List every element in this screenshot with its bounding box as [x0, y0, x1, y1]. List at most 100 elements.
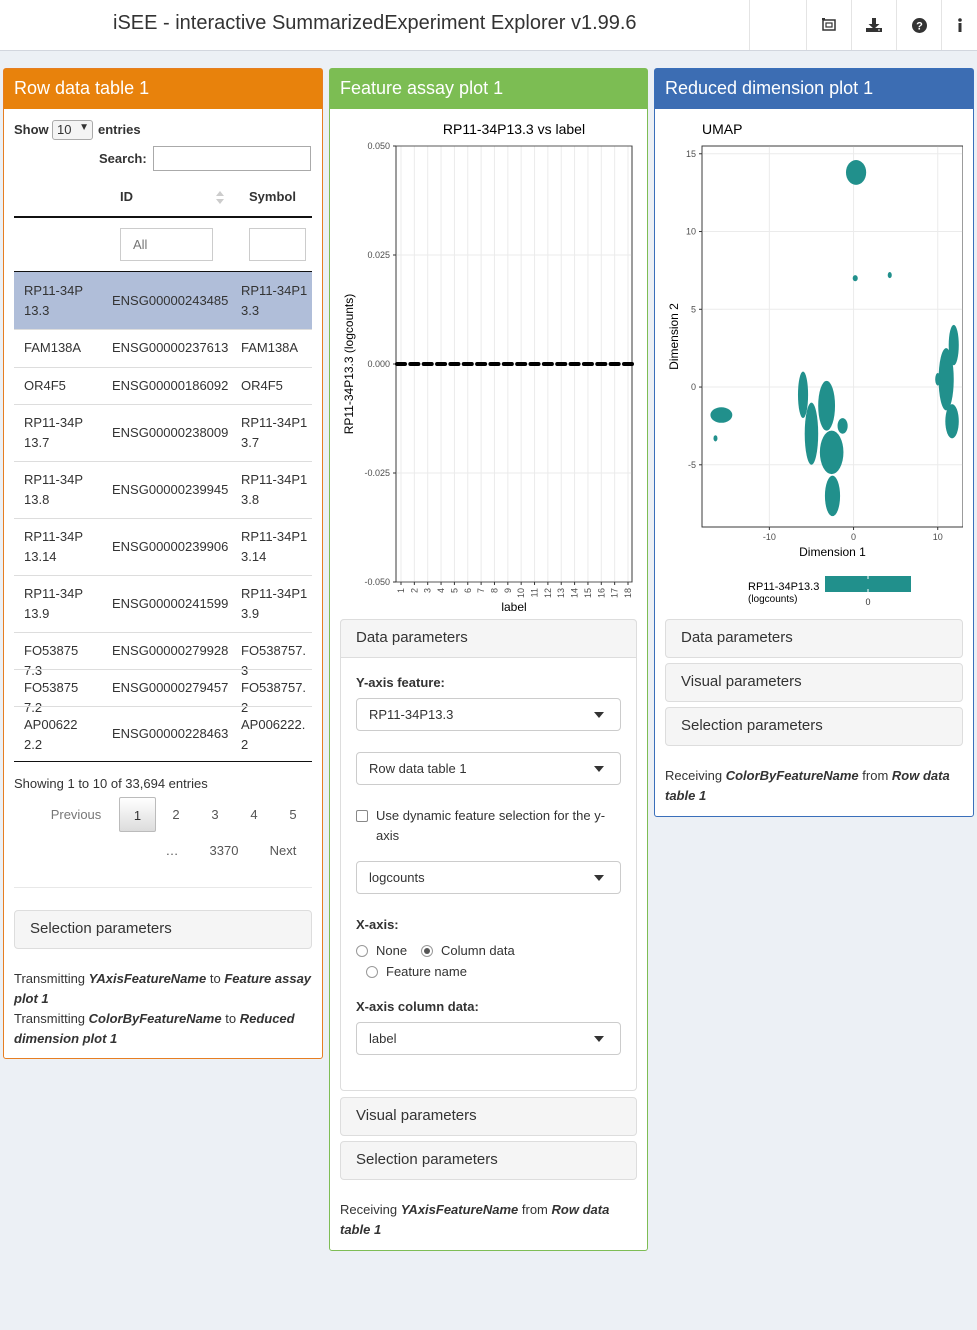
- id-cell: ENSG00000186092: [112, 377, 229, 393]
- yaxis-feature-value: RP11-34P13.3: [369, 707, 454, 722]
- x-tick-label: 18: [623, 588, 633, 598]
- row-divider: [14, 518, 312, 519]
- pagination-page-2[interactable]: 2: [163, 807, 189, 822]
- symbol-cell: FAM138A: [241, 340, 299, 355]
- visual-parameters-toggle[interactable]: Visual parameters: [665, 663, 963, 702]
- visual-parameters-toggle[interactable]: Visual parameters: [340, 1097, 637, 1136]
- x-tick-label: 12: [543, 588, 553, 598]
- legend-tick-label: 0: [865, 597, 870, 607]
- caret-down-icon: [594, 712, 604, 718]
- pagination-last-page[interactable]: 3370: [203, 843, 245, 858]
- help-icon[interactable]: ?: [897, 0, 941, 50]
- x-tick-label: 9: [503, 588, 513, 593]
- x-tick-label: 0: [851, 532, 856, 542]
- xaxis-label: X-axis:: [356, 917, 399, 932]
- row-name-cell: RP11-34P13.7: [24, 415, 84, 450]
- y-tick-label: 0.050: [367, 141, 390, 151]
- data-point-group: [608, 362, 621, 366]
- xaxis-column-data-value: label: [369, 1031, 397, 1046]
- data-point-group: [475, 362, 488, 366]
- row-divider: [14, 367, 312, 368]
- xaxis-radio-feature-name[interactable]: [366, 966, 378, 978]
- id-cell: ENSG00000239906: [112, 538, 229, 554]
- data-point-group: [515, 362, 528, 366]
- y-axis-label: RP11-34P13.3 (logcounts): [342, 294, 356, 435]
- pagination-page-5[interactable]: 5: [280, 807, 306, 822]
- symbol-cell: RP11-34P13.9: [241, 586, 308, 621]
- data-point-group: [421, 362, 434, 366]
- table-footer-divider: [14, 761, 312, 762]
- screenshot-icon[interactable]: [807, 0, 851, 50]
- point-cluster: [818, 380, 836, 431]
- pagination-previous[interactable]: Previous: [44, 807, 108, 822]
- caret-down-icon: [594, 875, 604, 881]
- search-label: Search:: [99, 151, 147, 166]
- x-tick-label: -10: [763, 532, 776, 542]
- selection-parameters-toggle[interactable]: Selection parameters: [340, 1141, 637, 1180]
- id-cell: ENSG00000279928: [112, 642, 229, 658]
- point-cluster: [713, 435, 718, 442]
- data-parameters-toggle[interactable]: Data parameters: [665, 619, 963, 658]
- navbar-divider: [749, 0, 750, 50]
- data-point-group: [595, 362, 608, 366]
- entries-length-select[interactable]: 10 ▼: [52, 120, 93, 140]
- id-filter-input[interactable]: [120, 228, 213, 261]
- chevron-down-icon: ▼: [79, 122, 89, 133]
- symbol-filter-input[interactable]: [249, 228, 306, 261]
- row-name-cell: RP11-34P13.9: [24, 586, 84, 621]
- pagination-page-4[interactable]: 4: [241, 807, 267, 822]
- point-cluster: [887, 271, 892, 279]
- dynamic-selection-checkbox[interactable]: [356, 810, 368, 822]
- x-tick-label: 1: [396, 588, 406, 593]
- point-cluster: [804, 402, 819, 465]
- pagination-next[interactable]: Next: [263, 843, 303, 858]
- reduced-dimension-plot[interactable]: -10 0 10 -5 0 5 10 15 UMAP Dimension 1 Dimension 2…: [665, 115, 963, 615]
- xaxis-radio-column-data[interactable]: [421, 945, 433, 957]
- row-name-cell: AP006222.2: [24, 717, 78, 752]
- row-name-cell: FAM138A: [24, 340, 82, 355]
- assay-select[interactable]: logcounts: [356, 861, 621, 894]
- feature-source-select[interactable]: Row data table 1: [356, 752, 621, 785]
- id-cell: ENSG00000241599: [112, 595, 229, 611]
- data-point-group: [621, 362, 635, 366]
- yaxis-feature-select[interactable]: RP11-34P13.3: [356, 698, 621, 731]
- selection-parameters-toggle[interactable]: Selection parameters: [665, 707, 963, 746]
- y-tick-label: 15: [686, 149, 696, 159]
- data-point-group: [461, 362, 474, 366]
- y-tick-label: 10: [686, 227, 696, 237]
- entries-label: entries: [98, 122, 141, 137]
- data-point-group: [408, 362, 421, 366]
- feature-assay-plot[interactable]: -0.050-0.0250.0000.0250.0501 2 3 4 5 6 7 8 9 10 11…: [340, 115, 638, 615]
- xaxis-column-data-select[interactable]: label: [356, 1022, 621, 1055]
- point-cluster: [948, 324, 959, 366]
- column-header-symbol[interactable]: Symbol: [249, 189, 296, 204]
- pagination-page-1[interactable]: 1: [119, 797, 156, 832]
- data-parameters-toggle[interactable]: Data parameters: [340, 619, 637, 658]
- id-cell: ENSG00000239945: [112, 481, 229, 497]
- caret-down-icon: [594, 766, 604, 772]
- point-cluster: [852, 275, 858, 282]
- data-point-group: [541, 362, 554, 366]
- column-header-id[interactable]: ID: [120, 189, 133, 204]
- sort-icon[interactable]: [216, 191, 224, 205]
- point-cluster: [845, 159, 867, 185]
- data-point-group: [581, 362, 594, 366]
- pagination-page-3[interactable]: 3: [202, 807, 228, 822]
- x-tick-label: 7: [476, 588, 486, 593]
- selection-parameters-toggle[interactable]: Selection parameters: [14, 910, 312, 949]
- y-tick-label: 0.025: [367, 250, 390, 260]
- divider: [14, 887, 312, 888]
- download-icon[interactable]: [852, 0, 896, 50]
- row-divider: [14, 632, 312, 633]
- symbol-cell: RP11-34P13.8: [241, 472, 308, 507]
- row-name-cell: RP11-34P13.8: [24, 472, 84, 507]
- assay-value: logcounts: [369, 870, 425, 885]
- row-divider: [14, 404, 312, 405]
- panel-title: Feature assay plot 1: [330, 69, 647, 109]
- xaxis-radio-none[interactable]: [356, 945, 368, 957]
- row-name-cell: OR4F5: [24, 377, 66, 393]
- y-axis-label: Dimension 2: [667, 303, 681, 370]
- search-input[interactable]: [153, 146, 311, 171]
- row-divider: [14, 461, 312, 462]
- info-icon[interactable]: [942, 0, 977, 50]
